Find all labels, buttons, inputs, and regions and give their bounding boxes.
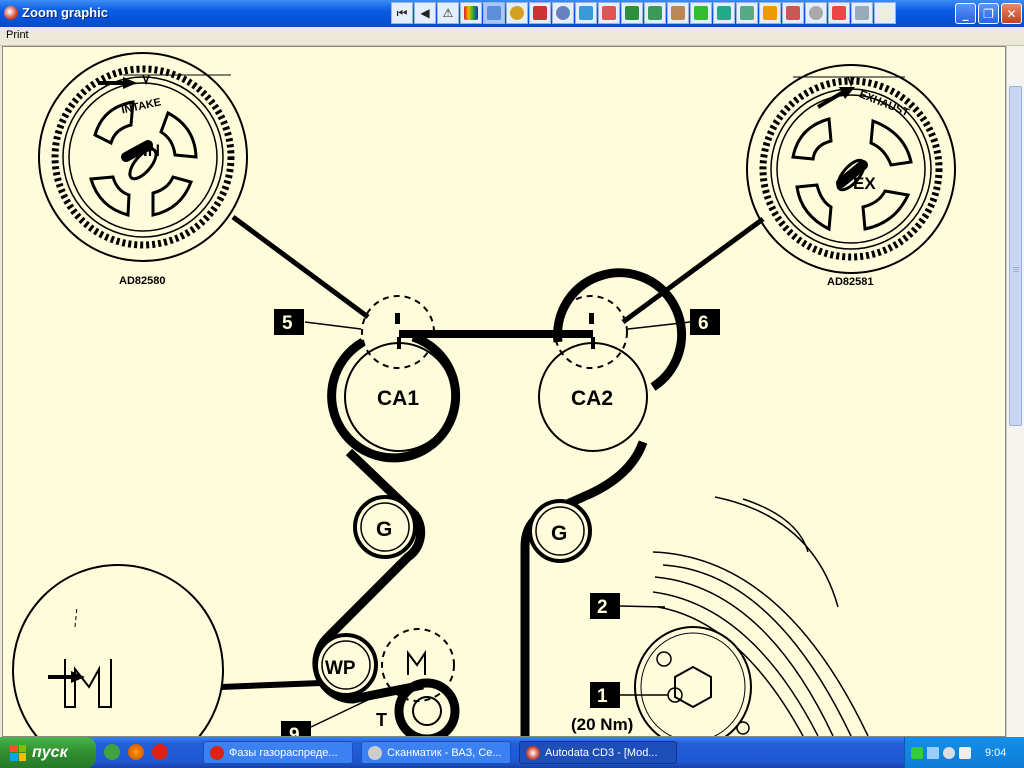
opera-icon[interactable] (152, 744, 168, 760)
task-opera-label: Фазы газораспреде... (229, 746, 338, 759)
camshaft-pulley-ca1: CA1 (344, 295, 454, 452)
notes-icon[interactable] (851, 2, 873, 24)
callout-6: 6 (698, 313, 709, 334)
menu-bar: Print (0, 27, 1024, 46)
network-icon[interactable] (927, 746, 939, 759)
wp-label: WP (325, 658, 356, 679)
callout-1: 1 (597, 686, 608, 707)
scrollbar-thumb[interactable] (1009, 86, 1022, 426)
paint-icon[interactable] (736, 2, 758, 24)
water-pump-pulley: WP (314, 633, 378, 697)
battery-icon[interactable] (621, 2, 643, 24)
maximize-button[interactable]: ❐ (978, 3, 999, 24)
quick-launch (104, 744, 168, 760)
diagram-canvas: INTAKE IN AD82580 EXHAUST EX AD82581 CA1… (2, 46, 1006, 737)
g-right-label: G (551, 522, 567, 545)
car-icon[interactable] (598, 2, 620, 24)
callout-2: 2 (597, 597, 608, 618)
ca2-label: CA2 (571, 387, 613, 410)
exhaust-code: AD82581 (827, 276, 873, 288)
task-scanmatic-label: Сканматик - ВАЗ, Се... (387, 746, 502, 759)
crankshaft-pulley (634, 496, 869, 736)
window-title: Zoom graphic (22, 5, 108, 20)
g-left-label: G (376, 518, 392, 541)
color-palette-icon[interactable] (460, 2, 482, 24)
utorrent-icon[interactable] (104, 744, 120, 760)
taskbar: пуск Фазы газораспреде... Сканматик - ВА… (0, 737, 1024, 768)
tools-icon[interactable] (667, 2, 689, 24)
menu-print[interactable]: Print (6, 29, 29, 41)
ca1-label: CA1 (377, 387, 419, 410)
brake-icon[interactable] (713, 2, 735, 24)
chart-icon[interactable] (575, 2, 597, 24)
torque-label: (20 Nm) (571, 715, 633, 734)
exhaust-label: EXHAUST (857, 88, 910, 119)
task-autodata-label: Autodata CD3 - [Mod... (545, 746, 658, 759)
t-label: T (376, 710, 387, 730)
book-icon[interactable] (690, 2, 712, 24)
toolbar: ⏮ ◀ ⚠ (391, 2, 896, 25)
engine-icon[interactable] (644, 2, 666, 24)
wheel-icon[interactable] (782, 2, 804, 24)
lubricant-icon[interactable] (828, 2, 850, 24)
previous-page-icon[interactable]: ◀ (414, 2, 436, 24)
firefox-icon[interactable] (128, 744, 144, 760)
disc-icon[interactable] (552, 2, 574, 24)
ex-label: EX (853, 174, 876, 193)
app-icon (4, 6, 18, 20)
title-bar: Zoom graphic ⏮ ◀ ⚠ _ ❐ ✕ (0, 0, 1024, 27)
task-opera[interactable]: Фазы газораспреде... (203, 741, 353, 764)
car-icon (368, 745, 382, 760)
autodata-icon (526, 745, 540, 760)
gear-icon[interactable] (506, 2, 528, 24)
clock: 9:04 (985, 746, 1007, 759)
callout-5: 5 (282, 313, 293, 334)
task-scanmatic[interactable]: Сканматик - ВАЗ, Се... (361, 741, 511, 764)
guide-pulley-right: G (528, 499, 592, 563)
system-tray: 9:04 (904, 737, 1024, 768)
intake-code: AD82580 (119, 275, 165, 287)
minimize-button[interactable]: _ (955, 3, 976, 24)
callout-9: 9 (289, 725, 300, 736)
diagram-icon[interactable] (483, 2, 505, 24)
ac-icon[interactable] (805, 2, 827, 24)
settings-icon[interactable] (759, 2, 781, 24)
windows-flag-icon (10, 744, 26, 761)
timing-belt-diagram: INTAKE IN AD82580 EXHAUST EX AD82581 CA1… (12, 52, 956, 736)
intake-camshaft-pulley: INTAKE IN AD82580 (38, 52, 248, 287)
wrench-icon[interactable] (529, 2, 551, 24)
tensioner-pulley: T (376, 628, 460, 736)
vertical-scrollbar[interactable] (1006, 46, 1024, 737)
first-page-icon[interactable]: ⏮ (391, 2, 413, 24)
intake-label: INTAKE (120, 96, 162, 116)
security-icon[interactable] (911, 746, 923, 759)
volume-icon[interactable] (959, 746, 971, 759)
crank-detail-view (12, 564, 224, 736)
task-autodata[interactable]: Autodata CD3 - [Mod... (519, 741, 677, 764)
exhaust-camshaft-pulley: EXHAUST EX AD82581 (746, 64, 956, 288)
close-button[interactable]: ✕ (1001, 3, 1022, 24)
opera-icon (210, 745, 224, 760)
start-button[interactable]: пуск (0, 737, 96, 768)
warning-icon[interactable]: ⚠ (437, 2, 459, 24)
in-label: IN (143, 141, 160, 160)
guide-pulley-left: G (353, 495, 417, 559)
page-icon[interactable] (874, 2, 896, 24)
shield-icon[interactable] (943, 746, 955, 759)
start-label: пуск (32, 743, 68, 761)
